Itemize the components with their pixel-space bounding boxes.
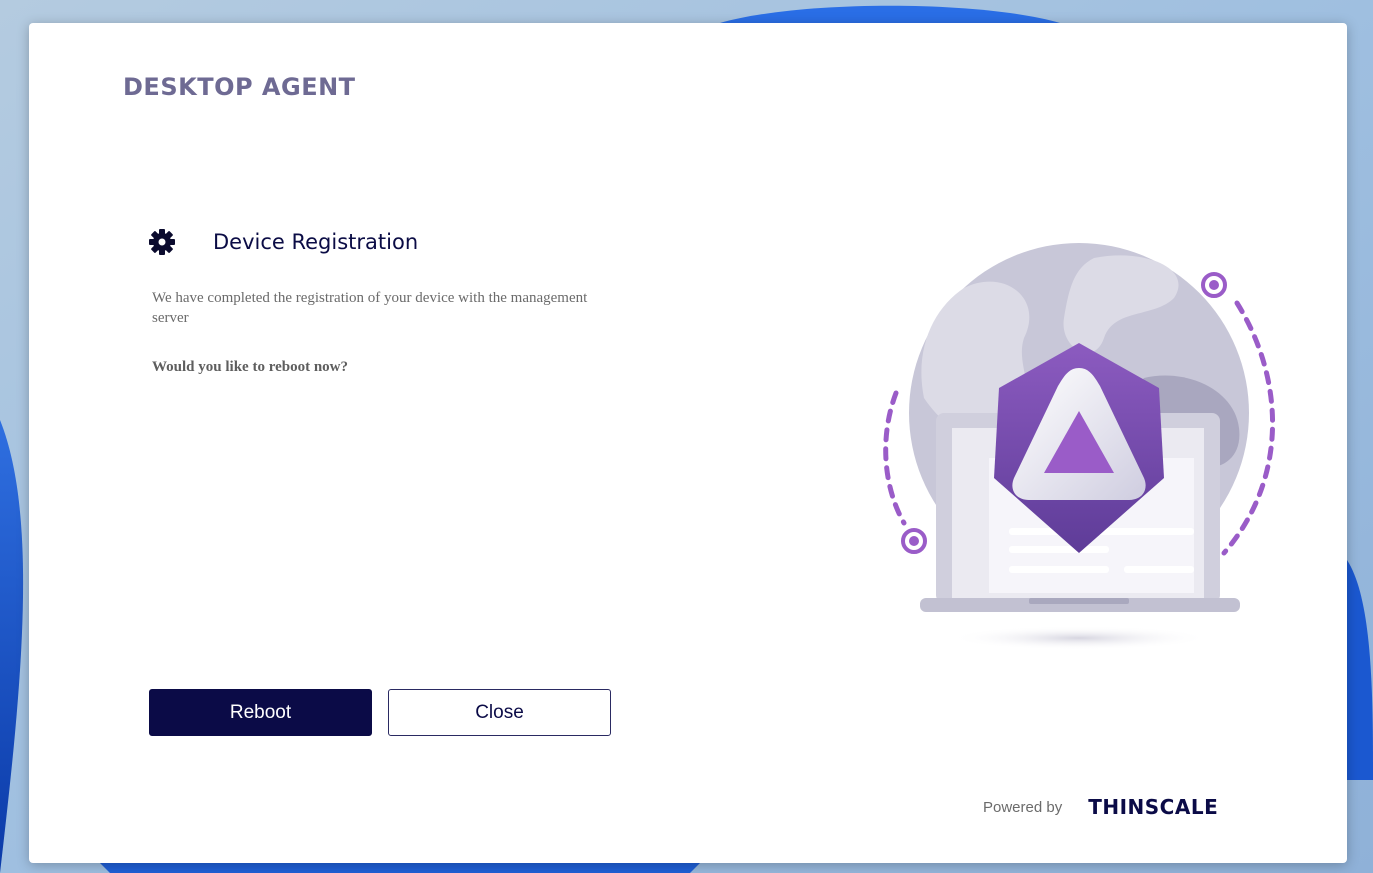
close-button[interactable]: Close <box>388 689 611 736</box>
reboot-button[interactable]: Reboot <box>149 689 372 736</box>
registration-message: We have completed the registration of yo… <box>152 290 588 326</box>
section-title: Device Registration <box>213 230 419 254</box>
app-window: DESKTOP AGENT Device Registration We hav… <box>29 23 1347 863</box>
thinscale-logo: THINSCALE <box>1088 795 1218 819</box>
powered-by-label: Powered by <box>983 798 1063 816</box>
brand-name: THINSCALE <box>1088 795 1219 819</box>
app-title: DESKTOP AGENT <box>123 73 356 101</box>
section-header: Device Registration <box>147 227 418 257</box>
footer: Powered by THINSCALE <box>983 795 1218 819</box>
reboot-question: Would you like to reboot now? <box>152 359 349 375</box>
security-illustration <box>844 228 1284 668</box>
gear-icon <box>147 227 177 257</box>
